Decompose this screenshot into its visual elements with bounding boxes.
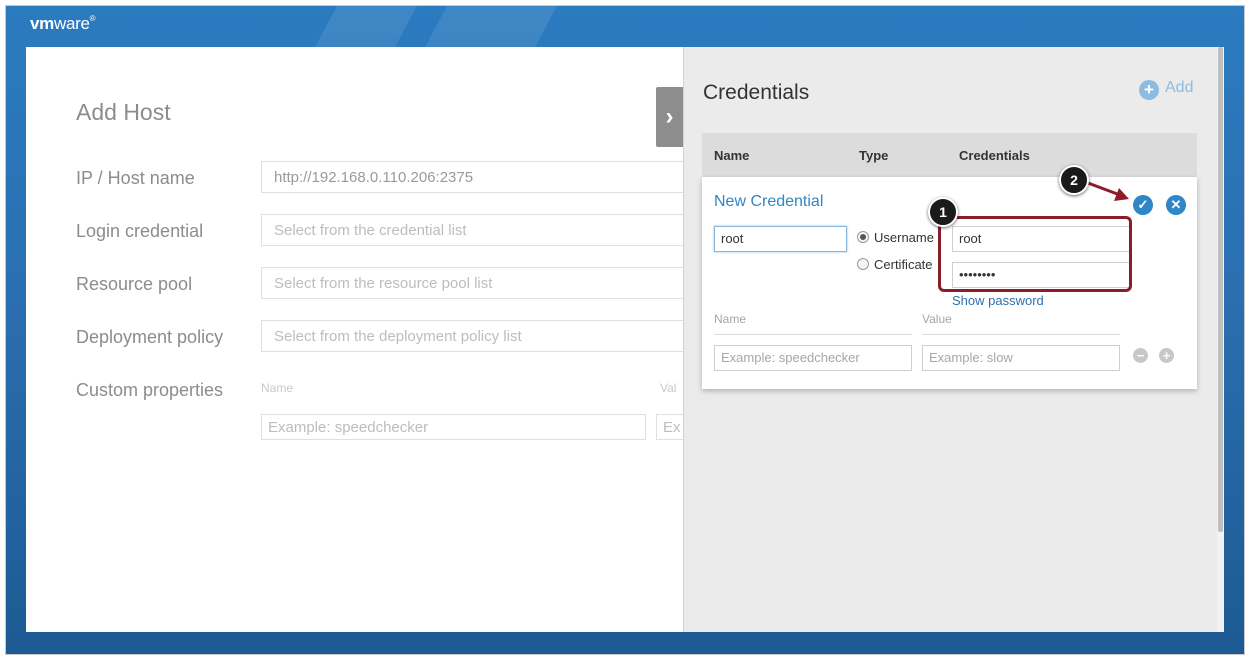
step-badge-2: 2 xyxy=(1059,165,1089,195)
step-badge-1: 1 xyxy=(928,197,958,227)
arrow-line xyxy=(1087,181,1121,197)
annotation-arrow xyxy=(1087,181,1129,201)
